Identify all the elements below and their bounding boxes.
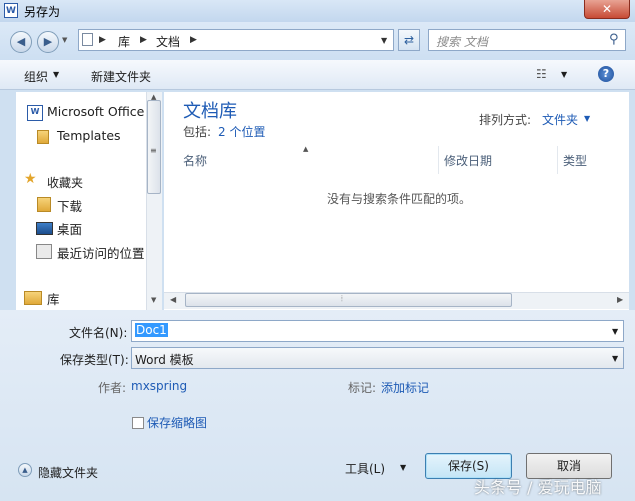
chevron-down-icon[interactable]: ▼ <box>612 327 618 336</box>
word-icon: W <box>27 105 43 121</box>
filename-input[interactable] <box>131 320 624 342</box>
download-folder-icon <box>37 197 51 212</box>
nav-item-microsoft-office[interactable]: Microsoft Office <box>47 104 144 119</box>
breadcrumb-documents[interactable]: 文档 <box>156 33 180 50</box>
watermark: 头条号 / 爱玩电脑 <box>474 478 602 497</box>
scroll-grip-icon: ≡ <box>150 146 157 155</box>
hide-folders-button[interactable]: 隐藏文件夹 <box>38 464 98 481</box>
document-icon <box>82 33 93 46</box>
scroll-grip-icon: ⦙ <box>341 294 343 303</box>
horizontal-scrollbar-thumb[interactable] <box>185 293 512 307</box>
scroll-up-icon[interactable]: ▲ <box>151 93 156 101</box>
author-label: 作者: <box>98 381 127 395</box>
includes-label: 包括: <box>183 125 212 139</box>
breadcrumb-arrow-icon[interactable]: ▶ <box>190 35 197 45</box>
recent-pages-dropdown[interactable]: ▼ <box>62 36 67 44</box>
nav-item-downloads[interactable]: 下载 <box>57 196 82 215</box>
filetype-select[interactable] <box>131 347 624 369</box>
includes-locations-link[interactable]: 2 个位置 <box>218 123 265 140</box>
nav-item-recent-places[interactable]: 最近访问的位置 <box>57 243 145 262</box>
column-header-type[interactable]: 类型 <box>563 152 587 169</box>
sort-ascending-icon: ▲ <box>303 145 309 153</box>
refresh-icon: ⇄ <box>403 33 415 47</box>
column-divider[interactable] <box>557 146 558 174</box>
title-bar <box>0 0 635 22</box>
nav-item-templates[interactable]: Templates <box>57 128 121 143</box>
library-title: 文档库 <box>183 101 237 122</box>
refresh-button[interactable]: ⇄ <box>398 29 420 51</box>
save-thumbnail-checkbox[interactable] <box>132 417 144 429</box>
column-header-name[interactable]: 名称 <box>183 152 207 169</box>
search-icon[interactable]: ⚲ <box>609 32 619 47</box>
breadcrumb-arrow-icon[interactable]: ▶ <box>99 35 106 45</box>
filename-value[interactable]: Doc1 <box>135 323 168 337</box>
nav-item-favorites[interactable]: 收藏夹 <box>47 174 83 191</box>
save-thumbnail-label[interactable]: 保存缩略图 <box>147 414 207 431</box>
add-tags-link[interactable]: 添加标记 <box>381 379 429 396</box>
recent-places-icon <box>36 244 52 259</box>
sort-label: 排列方式: <box>479 113 532 127</box>
desktop-icon <box>36 222 53 235</box>
star-icon: ★ <box>24 171 37 187</box>
view-options-icon[interactable]: ☷ <box>536 67 547 81</box>
chevron-down-icon[interactable]: ▼ <box>561 70 567 79</box>
filetype-label: 保存类型(T): <box>60 353 129 367</box>
window-title: 另存为 <box>24 5 61 19</box>
library-icon <box>24 291 42 305</box>
new-folder-button[interactable]: 新建文件夹 <box>91 68 151 85</box>
forward-button[interactable]: ▶ <box>37 31 59 53</box>
tags-label: 标记: <box>348 381 377 395</box>
search-placeholder: 搜索 文档 <box>436 35 488 49</box>
column-header-date[interactable]: 修改日期 <box>444 152 492 169</box>
word-icon: W <box>4 3 18 18</box>
back-button[interactable]: ◀ <box>10 31 32 53</box>
author-value[interactable]: mxspring <box>131 379 187 393</box>
column-divider[interactable] <box>438 146 439 174</box>
breadcrumb-library[interactable]: 库 <box>118 33 130 50</box>
chevron-down-icon[interactable]: ▼ <box>612 354 618 363</box>
filename-label: 文件名(N): <box>69 326 128 340</box>
folder-icon <box>37 130 49 144</box>
scroll-left-icon[interactable]: ◀ <box>170 295 176 304</box>
breadcrumb-arrow-icon[interactable]: ▶ <box>140 35 147 45</box>
back-arrow-icon: ◀ <box>16 35 26 48</box>
close-button[interactable]: ✕ <box>584 0 630 19</box>
help-icon[interactable]: ? <box>598 66 614 82</box>
organize-button[interactable]: 组织 <box>24 68 48 85</box>
tools-button[interactable]: 工具(L) <box>345 460 385 477</box>
scroll-down-icon[interactable]: ▼ <box>151 296 156 304</box>
forward-arrow-icon: ▶ <box>43 35 53 48</box>
chevron-down-icon[interactable]: ▼ <box>400 463 406 472</box>
scroll-right-icon[interactable]: ▶ <box>617 295 623 304</box>
sort-by-dropdown[interactable]: 文件夹 <box>542 111 578 128</box>
empty-message: 没有与搜索条件匹配的项。 <box>327 192 472 206</box>
filetype-value[interactable]: Word 模板 <box>135 351 194 368</box>
chevron-up-icon[interactable]: ▲ <box>18 463 32 477</box>
chevron-down-icon[interactable]: ▼ <box>53 70 59 79</box>
nav-item-libraries[interactable]: 库 <box>47 289 60 308</box>
nav-item-desktop[interactable]: 桌面 <box>57 219 82 238</box>
address-dropdown-icon[interactable]: ▼ <box>381 36 387 45</box>
chevron-down-icon[interactable]: ▼ <box>584 114 590 123</box>
